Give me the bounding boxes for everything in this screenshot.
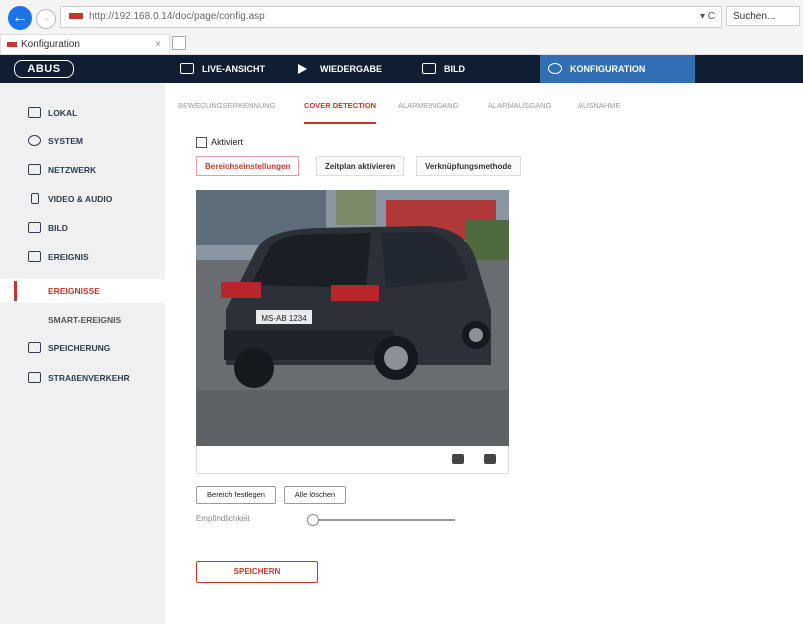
address-url: http://192.168.0.14/doc/page/config.asp <box>89 11 265 22</box>
sidebar-item-smart-event[interactable]: SMART-EREIGNIS <box>0 308 165 332</box>
sidebar-item-image[interactable]: BILD <box>0 216 165 240</box>
clear-all-button[interactable]: Alle löschen <box>284 486 346 504</box>
tab-favicon-icon <box>7 41 17 47</box>
sidebar-item-local[interactable]: LOKAL <box>0 101 165 125</box>
snapshot-icon[interactable] <box>484 454 496 464</box>
play-icon <box>298 64 307 74</box>
browser-toolbar: ← → http://192.168.0.14/doc/page/config.… <box>0 0 803 32</box>
enabled-checkbox[interactable] <box>196 137 207 149</box>
network-icon <box>28 164 41 175</box>
record-icon[interactable] <box>452 454 464 464</box>
sensitivity-slider-track[interactable] <box>312 519 455 521</box>
sidebar: LOKAL SYSTEM NETZWERK VIDEO & AUDIO BILD… <box>0 83 165 624</box>
tab-title: Konfiguration <box>21 39 80 50</box>
tab-close-icon[interactable]: × <box>155 35 161 55</box>
sidebar-item-traffic[interactable]: STRAßENVERKEHR <box>0 366 165 390</box>
address-bar[interactable]: http://192.168.0.14/doc/page/config.asp … <box>60 6 722 28</box>
sensitivity-slider-handle[interactable] <box>307 514 319 526</box>
sidebar-item-storage[interactable]: SPEICHERUNG <box>0 336 165 360</box>
top-navigation: ABUS LIVE-ANSICHT WIEDERGABE BILD KONFIG… <box>0 55 803 83</box>
tools-icon <box>548 63 562 74</box>
traffic-icon <box>28 372 41 383</box>
tab-area-settings[interactable]: Bereichseinstellungen <box>196 156 300 176</box>
nav-playback[interactable]: WIEDERGABE <box>290 55 382 83</box>
monitor-icon <box>28 107 41 118</box>
tab-cover-detection[interactable]: COVER DETECTION <box>304 100 377 124</box>
camera-icon <box>180 63 194 74</box>
refresh-icon[interactable]: ▾ C <box>700 7 715 27</box>
browser-search-input[interactable]: Suchen... <box>726 6 800 26</box>
sidebar-item-network[interactable]: NETZWERK <box>0 158 165 182</box>
camera-frame-image: MS-AB 1234 <box>196 190 509 446</box>
tab-schedule[interactable]: Zeitplan aktivieren <box>316 156 405 176</box>
browser-tabbar: Konfiguration × <box>0 32 803 55</box>
image-icon <box>422 63 436 74</box>
browser-tab[interactable]: Konfiguration × <box>0 34 170 54</box>
storage-icon <box>28 342 41 353</box>
image-icon <box>28 222 41 233</box>
nav-configuration[interactable]: KONFIGURATION <box>540 55 696 83</box>
sidebar-item-event[interactable]: EREIGNIS <box>0 245 165 269</box>
forward-arrow-icon[interactable]: → <box>36 9 56 29</box>
nav-live-view[interactable]: LIVE-ANSICHT <box>172 55 265 83</box>
preview-toolbar <box>196 446 509 474</box>
mic-icon <box>31 193 39 204</box>
tab-motion-detection[interactable]: BEWEGUNGSERKENNUNG <box>178 100 276 122</box>
save-button[interactable]: SPEICHERN <box>196 561 318 583</box>
camera-preview[interactable]: MS-AB 1234 <box>196 190 509 446</box>
tab-exception[interactable]: AUSNAHME <box>578 100 621 122</box>
nav-picture[interactable]: BILD <box>414 55 465 83</box>
tab-alarm-output[interactable]: ALARMAUSGANG <box>488 100 551 122</box>
new-tab-icon[interactable] <box>172 36 186 50</box>
set-area-button[interactable]: Bereich festlegen <box>196 486 276 504</box>
sidebar-item-system[interactable]: SYSTEM <box>0 129 165 153</box>
site-favicon-icon <box>69 13 83 20</box>
sidebar-item-video-audio[interactable]: VIDEO & AUDIO <box>0 187 165 211</box>
abus-logo: ABUS <box>14 60 74 78</box>
sidebar-item-events[interactable]: EREIGNISSE <box>0 279 165 303</box>
license-plate: MS-AB 1234 <box>261 314 307 323</box>
enabled-row: Aktiviert <box>196 137 244 149</box>
tab-alarm-input[interactable]: ALARMEINGANG <box>398 100 458 122</box>
calendar-icon <box>28 251 41 262</box>
sensitivity-label: Empfindlichkeit <box>196 514 250 523</box>
back-arrow-icon[interactable]: ← <box>8 6 32 30</box>
enabled-label: Aktiviert <box>211 137 244 147</box>
gear-icon <box>28 135 41 146</box>
tab-linkage-method[interactable]: Verknüpfungsmethode <box>416 156 521 176</box>
